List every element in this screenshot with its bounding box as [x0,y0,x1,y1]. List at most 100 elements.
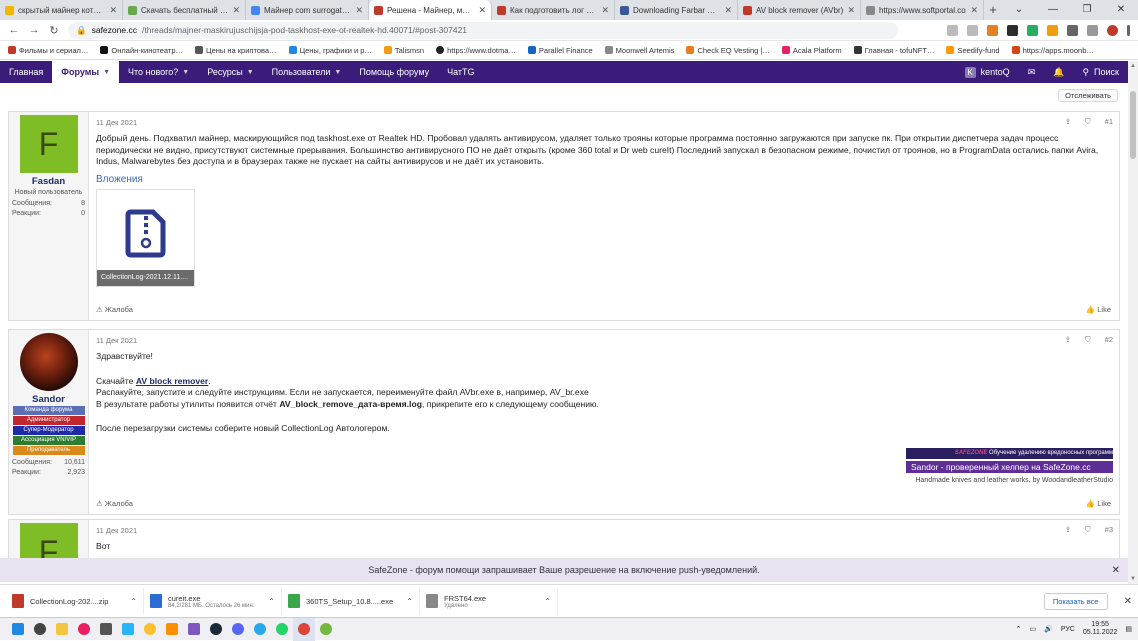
notifications-icon[interactable]: ▤ [1125,625,1132,633]
avatar[interactable]: F [19,523,78,558]
sidebar-icon[interactable] [1087,24,1098,36]
file-explorer-icon[interactable] [51,618,73,641]
bookmark-item[interactable]: Фильмы и сериал… [8,46,88,55]
star-icon[interactable] [967,24,978,36]
chevron-up-icon[interactable]: ⌃ [268,597,275,606]
close-icon[interactable]: ✕ [1112,565,1120,576]
post-date[interactable]: 11 Дек 2021 [96,526,137,535]
scroll-up-icon[interactable]: ▲ [1130,63,1136,69]
bell-icon[interactable]: 🔔 [1044,61,1073,83]
browser-tab[interactable]: Майнер com surrogate/m ✕ [246,0,369,20]
download-item[interactable]: CollectionLog-202....zip ⌃ [6,587,144,615]
scroll-down-icon[interactable]: ▼ [1130,576,1136,582]
close-icon[interactable]: ✕ [1124,596,1132,607]
chevron-up-icon[interactable]: ⌃ [406,597,413,606]
post-date[interactable]: 11 Дек 2021 [96,118,137,127]
bookmark-icon[interactable]: ⛉ [1085,525,1091,535]
bookmark-item[interactable]: Acala Platform [781,46,842,55]
browser-tab-active[interactable]: Решена - Майнер, маски ✕ [369,0,492,20]
browser-tab[interactable]: Скачать бесплатный анти ✕ [123,0,246,20]
photos-icon[interactable] [117,618,139,641]
chevron-up-icon[interactable]: ⌃ [544,597,551,606]
discord-icon[interactable] [227,618,249,641]
tab-close-icon[interactable]: ✕ [109,5,117,16]
share-icon[interactable]: ⇪ [1065,525,1071,535]
post-date[interactable]: 11 Дек 2021 [96,336,137,345]
bookmark-item[interactable]: https://apps.moonb… [1011,46,1094,55]
signature-text[interactable]: Handmade knives and leather works. by Wo… [906,477,1113,484]
tab-close-icon[interactable]: ✕ [847,5,855,16]
signature-banner[interactable]: SAFEZONE Обучение удалению вредоносных п… [906,448,1113,459]
browser-tab[interactable]: AV block remover (AVbr) ✕ [738,0,861,20]
chevron-down-icon[interactable]: ▼ [247,69,254,76]
windows-start-icon[interactable] [7,618,29,641]
signature-banner[interactable]: Sandor - проверенный хелпер на SafeZone.… [906,461,1113,473]
tray-chevron-icon[interactable]: ⌃ [1016,625,1022,633]
app-icon[interactable] [183,618,205,641]
show-all-downloads-button[interactable]: Показать все [1043,592,1108,610]
tab-close-icon[interactable]: ✕ [478,5,486,16]
menu-icon[interactable] [1127,24,1130,36]
language-indicator[interactable]: РУС [1061,626,1075,633]
chevron-down-icon[interactable]: ▼ [182,69,189,76]
bookmark-item[interactable]: https://www.dotma… [436,46,516,55]
chevron-down-icon[interactable]: ▼ [103,69,110,76]
bookmark-item[interactable]: Цены на криптова… [195,46,277,55]
tab-close-icon[interactable]: ✕ [355,5,363,16]
new-tab-button[interactable]: + [984,0,1002,20]
bookmark-icon[interactable]: ⛉ [1085,335,1091,345]
bookmark-item[interactable]: Онлайн-кинотеатр… [100,46,183,55]
nav-home[interactable]: Главная [0,61,52,83]
norton-icon[interactable] [139,618,161,641]
extension-icon[interactable] [1027,24,1038,36]
chevron-down-icon[interactable]: ▼ [334,69,341,76]
maximize-button[interactable]: ❐ [1070,0,1104,20]
report-link[interactable]: ⚠ Жалоба [96,499,133,508]
minimize-button[interactable]: — [1036,0,1070,20]
account-menu[interactable]: KkentoQ [956,61,1019,83]
bookmark-item[interactable]: Check EQ Vesting |… [686,46,770,55]
tab-close-icon[interactable]: ✕ [232,5,240,16]
nav-users[interactable]: Пользователи ▼ [263,61,351,83]
tab-search-button[interactable]: ⌄ [1002,0,1036,20]
forward-icon[interactable]: → [28,24,40,36]
browser-tab[interactable]: Как подготовить лог Farb ✕ [492,0,615,20]
torrent-icon[interactable] [315,618,337,641]
chrome-icon[interactable] [293,617,315,641]
share-icon[interactable] [947,24,958,36]
media-icon[interactable] [95,618,117,641]
profile-icon[interactable] [1107,24,1118,36]
like-button[interactable]: 👍 Like [1086,499,1111,508]
scrollbar-thumb[interactable] [1130,91,1136,159]
search-button[interactable]: ⚲ Поиск [1073,61,1128,83]
nav-forums[interactable]: Форумы ▼ [52,61,119,83]
tab-close-icon[interactable]: ✕ [970,5,978,16]
close-window-button[interactable]: ✕ [1104,0,1138,20]
bookmark-item[interactable]: Talismsn [383,46,424,55]
attachment-name[interactable]: CollectionLog-2021.12.11.... [97,269,194,286]
attachment-tile[interactable]: CollectionLog-2021.12.11.... [96,188,195,287]
vlc-icon[interactable] [161,618,183,641]
inbox-icon[interactable]: ✉ [1019,61,1045,83]
bookmark-item[interactable]: Moonwell Artemis [604,46,674,55]
steam-icon[interactable] [205,618,227,641]
network-icon[interactable]: ▭ [1029,625,1036,633]
tab-close-icon[interactable]: ✕ [724,5,732,16]
chevron-up-icon[interactable]: ⌃ [130,597,137,606]
download-item[interactable]: 360TS_Setup_10.8.....exe ⌃ [282,587,420,615]
av-block-remover-link[interactable]: AV block remover [136,376,208,386]
telegram-icon[interactable] [249,618,271,641]
bookmark-item[interactable]: Цены, графики и р… [288,46,372,55]
nav-whats-new[interactable]: Что нового? ▼ [119,61,198,83]
like-button[interactable]: 👍 Like [1086,305,1111,314]
reload-icon[interactable]: ↻ [48,24,60,37]
nav-help-forum[interactable]: Помощь форуму [350,61,438,83]
search-icon[interactable] [29,618,51,641]
clock[interactable]: 19:55 05.11.2022 [1083,621,1118,637]
bookmark-item[interactable]: Parallel Finance [527,46,593,55]
url-field[interactable]: 🔒 safezone.cc/threads/majner-maskirujusc… [68,21,898,39]
browser-tab[interactable]: скрытый майнер которые ✕ [0,0,123,20]
avatar[interactable] [19,333,78,391]
extension-icon[interactable] [1047,24,1058,36]
nav-chat-tg[interactable]: ЧатTG [438,61,483,83]
